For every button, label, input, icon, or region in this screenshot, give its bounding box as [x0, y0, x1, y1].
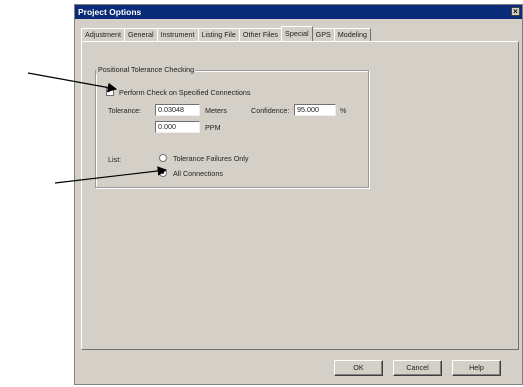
- dialog-titlebar: Project Options ×: [75, 5, 522, 19]
- tolerance-label: Tolerance:: [108, 106, 142, 115]
- tab-gps[interactable]: GPS: [311, 28, 335, 41]
- all-connections-label: All Connections: [173, 169, 223, 178]
- special-tab-panel: Positional Tolerance Checking ✓ Perform …: [81, 41, 519, 376]
- tolerance-field[interactable]: 0.03048: [155, 104, 200, 116]
- tolerance-unit-label: Meters: [205, 106, 227, 115]
- help-button[interactable]: Help: [452, 360, 501, 376]
- tab-strip: Adjustment General Instrument Listing Fi…: [81, 26, 371, 41]
- tab-modeling[interactable]: Modeling: [333, 28, 371, 41]
- ok-button[interactable]: OK: [334, 360, 383, 376]
- confidence-label: Confidence:: [251, 106, 290, 115]
- dialog-title: Project Options: [78, 7, 142, 17]
- ppm-field[interactable]: 0.000: [155, 121, 200, 133]
- project-options-dialog: Project Options × Adjustment General Ins…: [74, 4, 523, 385]
- cancel-button[interactable]: Cancel: [393, 360, 442, 376]
- tolerance-failures-radio[interactable]: [159, 154, 167, 162]
- tab-instrument[interactable]: Instrument: [156, 28, 199, 41]
- confidence-unit-label: %: [340, 106, 347, 115]
- perform-check-label: Perform Check on Specified Connections: [119, 88, 251, 97]
- group-legend: Positional Tolerance Checking: [96, 65, 197, 74]
- all-connections-radio[interactable]: [159, 169, 167, 177]
- tab-special[interactable]: Special: [281, 26, 313, 41]
- close-icon[interactable]: ×: [511, 7, 520, 16]
- ppm-unit-label: PPM: [205, 123, 221, 132]
- tab-other-files[interactable]: Other Files: [238, 28, 283, 41]
- tolerance-failures-label: Tolerance Failures Only: [173, 154, 249, 163]
- tab-adjustment[interactable]: Adjustment: [81, 28, 125, 41]
- list-label: List:: [108, 155, 122, 164]
- tab-listing-file[interactable]: Listing File: [197, 28, 240, 41]
- confidence-field[interactable]: 95.000: [294, 104, 336, 116]
- tab-general[interactable]: General: [123, 28, 158, 41]
- perform-check-checkbox[interactable]: ✓: [106, 88, 114, 96]
